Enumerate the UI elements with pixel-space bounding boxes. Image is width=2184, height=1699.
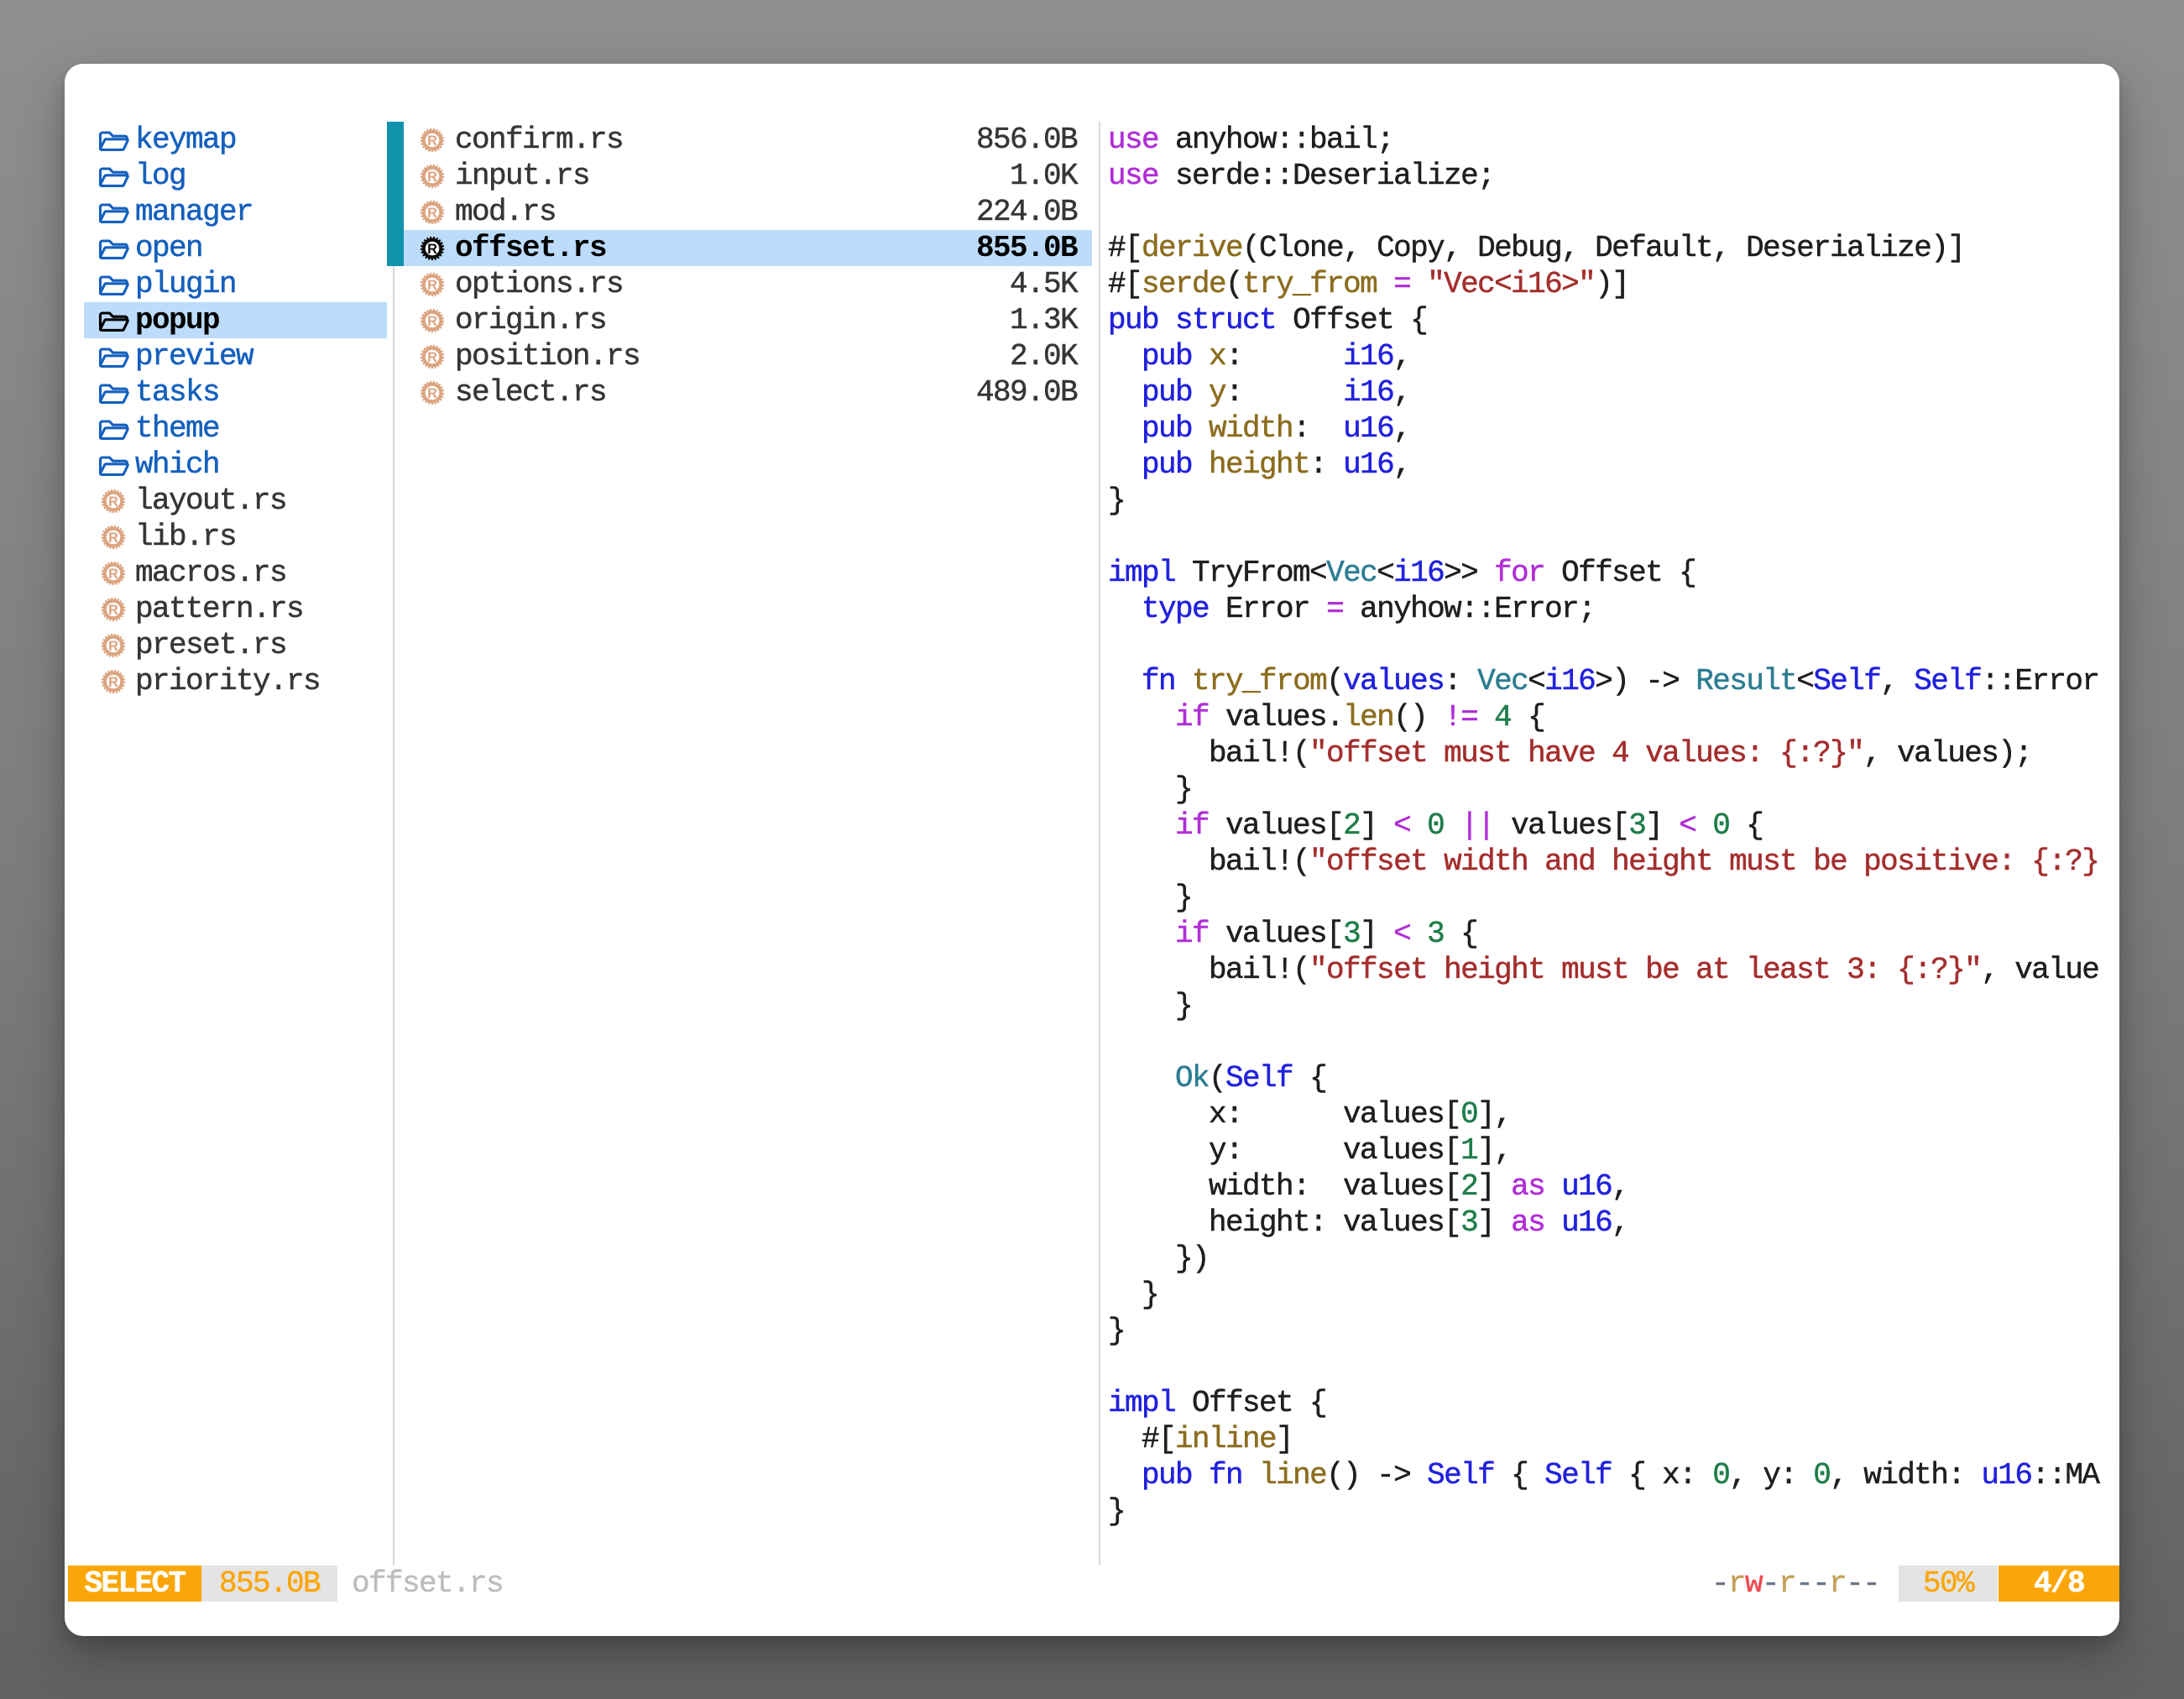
svg-text:R: R — [427, 386, 437, 401]
svg-text:R: R — [108, 494, 118, 510]
svg-text:R: R — [108, 675, 118, 690]
svg-text:R: R — [427, 242, 437, 257]
svg-text:R: R — [427, 314, 437, 329]
svg-text:R: R — [427, 170, 437, 185]
svg-text:R: R — [427, 350, 437, 365]
svg-text:R: R — [108, 603, 118, 618]
svg-text:R: R — [427, 133, 437, 149]
svg-text:R: R — [108, 639, 118, 654]
svg-text:R: R — [427, 206, 437, 221]
svg-text:R: R — [108, 567, 118, 582]
svg-text:R: R — [427, 278, 437, 293]
svg-text:R: R — [108, 531, 118, 546]
